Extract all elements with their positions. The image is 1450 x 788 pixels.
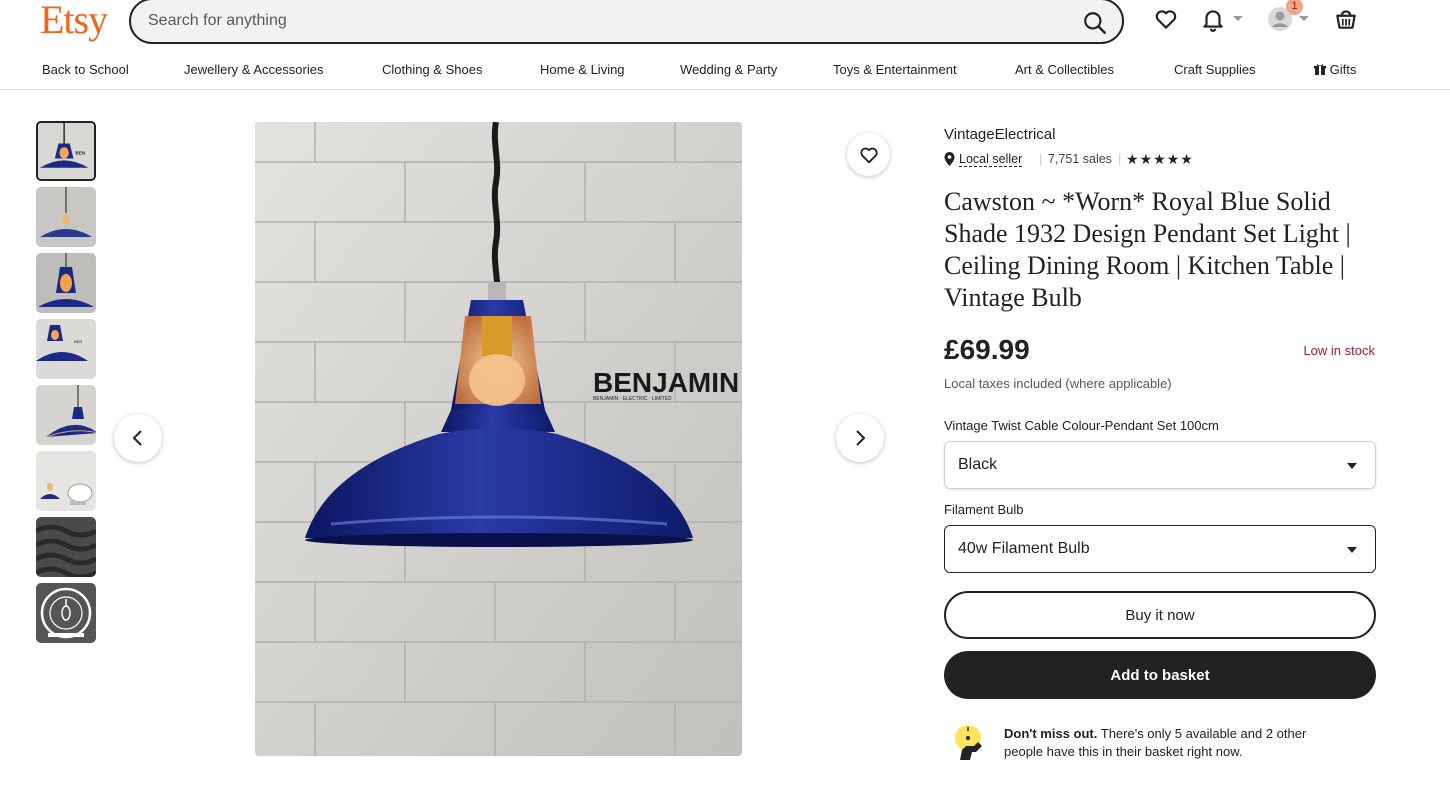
divider: |: [1039, 152, 1043, 166]
category-wedding-party[interactable]: Wedding & Party: [680, 62, 777, 77]
thumbnail-lamp-image: [36, 385, 96, 445]
category-jewellery[interactable]: Jewellery & Accessories: [184, 62, 323, 77]
category-nav: Back to School Jewellery & Accessories C…: [0, 52, 1450, 90]
scarcity-bold: Don't miss out.: [1004, 726, 1098, 741]
filament-bulb-value: 40w Filament Bulb: [958, 540, 1090, 557]
local-seller-link[interactable]: Local seller: [959, 152, 1023, 167]
notification-bell-icon[interactable]: [1200, 6, 1226, 32]
thumbnail-cable-image: [36, 517, 96, 577]
search-input[interactable]: [148, 10, 1048, 32]
gift-icon: [1314, 64, 1326, 75]
star-icon: ★: [1126, 151, 1140, 167]
star-rating[interactable]: ★★★★★: [1126, 151, 1194, 168]
scarcity-message: Don't miss out. There's only 5 available…: [1004, 725, 1334, 761]
pendant-lamp-photo: BENJAMIN BENJAMIN · ELECTRIC · LIMITED: [255, 122, 742, 756]
notification-caret-icon[interactable]: [1233, 16, 1243, 21]
account-caret-icon[interactable]: [1299, 16, 1309, 21]
cable-colour-value: Black: [958, 456, 998, 473]
tax-note: Local taxes included (where applicable): [944, 376, 1172, 391]
basket-icon[interactable]: [1333, 6, 1359, 32]
watermark-subtitle: BENJAMIN · ELECTRIC · LIMITED: [593, 396, 672, 402]
notification-count-badge: 1: [1286, 0, 1303, 15]
filament-bulb-select[interactable]: 40w Filament Bulb: [944, 525, 1376, 573]
timer-person-icon: [955, 725, 982, 760]
svg-text:BEN: BEN: [75, 151, 85, 156]
price: £69.99: [944, 334, 1030, 365]
cable-colour-label: Vintage Twist Cable Colour-Pendant Set 1…: [944, 418, 1219, 433]
shop-name-link[interactable]: VintageElectrical: [944, 126, 1055, 143]
heart-icon: [859, 147, 878, 163]
favourites-heart-icon[interactable]: [1153, 6, 1179, 32]
sales-count: 7,751 sales: [1048, 152, 1112, 166]
etsy-logo[interactable]: Etsy: [40, 0, 108, 43]
category-gifts[interactable]: Gifts: [1314, 62, 1356, 77]
filament-bulb-label: Filament Bulb: [944, 502, 1024, 517]
thumbnail-4[interactable]: BEN: [36, 319, 96, 379]
search-icon[interactable]: [1082, 10, 1108, 36]
thumbnail-2[interactable]: [36, 187, 96, 247]
add-to-basket-button[interactable]: Add to basket: [944, 651, 1376, 699]
add-to-favourites-button[interactable]: [847, 133, 890, 176]
stock-status: Low in stock: [1303, 343, 1375, 358]
thumbnail-3[interactable]: [36, 253, 96, 313]
thumbnail-6[interactable]: [36, 451, 96, 511]
watermark-brand: BENJAMIN: [593, 367, 739, 398]
thumbnail-lamp-image: BEN: [38, 123, 94, 179]
dropdown-caret-icon: [1347, 463, 1357, 469]
thumbnail-5[interactable]: [36, 385, 96, 445]
chevron-right-icon: [856, 430, 866, 446]
star-icon: ★: [1139, 151, 1154, 167]
header: Etsy 1: [0, 0, 1450, 44]
category-craft-supplies[interactable]: Craft Supplies: [1174, 62, 1256, 77]
location-pin-icon: [944, 152, 955, 166]
chevron-left-icon: [132, 430, 142, 446]
cable-colour-select[interactable]: Black: [944, 441, 1376, 489]
category-toys[interactable]: Toys & Entertainment: [833, 62, 957, 77]
thumbnail-8[interactable]: [36, 583, 96, 643]
star-icon: ★: [1166, 151, 1181, 167]
star-icon: ★: [1153, 151, 1167, 167]
thumbnail-lamp-image: [36, 451, 96, 511]
buy-it-now-button[interactable]: Buy it now: [944, 591, 1376, 639]
svg-text:BEN: BEN: [74, 339, 82, 344]
search-bar[interactable]: [129, 0, 1124, 44]
thumbnail-lamp-image: BEN: [36, 319, 96, 379]
thumbnail-1[interactable]: BEN: [36, 121, 96, 181]
category-clothing[interactable]: Clothing & Shoes: [382, 62, 482, 77]
thumbnail-logo-image: [36, 583, 96, 643]
dropdown-caret-icon: [1347, 547, 1357, 553]
divider: |: [1118, 152, 1122, 166]
listing-title: Cawston ~ *Worn* Royal Blue Solid Shade …: [944, 187, 1351, 312]
category-art[interactable]: Art & Collectibles: [1015, 62, 1114, 77]
category-back-to-school[interactable]: Back to School: [42, 62, 129, 77]
category-home-living[interactable]: Home & Living: [540, 62, 625, 77]
next-image-button[interactable]: [836, 414, 884, 462]
gifts-label: Gifts: [1329, 62, 1357, 77]
star-icon: ★: [1180, 151, 1194, 167]
main-product-image[interactable]: BENJAMIN BENJAMIN · ELECTRIC · LIMITED: [255, 122, 742, 756]
thumbnail-lamp-image: [36, 253, 96, 313]
thumbnail-lamp-image: [36, 187, 96, 247]
previous-image-button[interactable]: [114, 414, 162, 462]
thumbnail-7[interactable]: [36, 517, 96, 577]
